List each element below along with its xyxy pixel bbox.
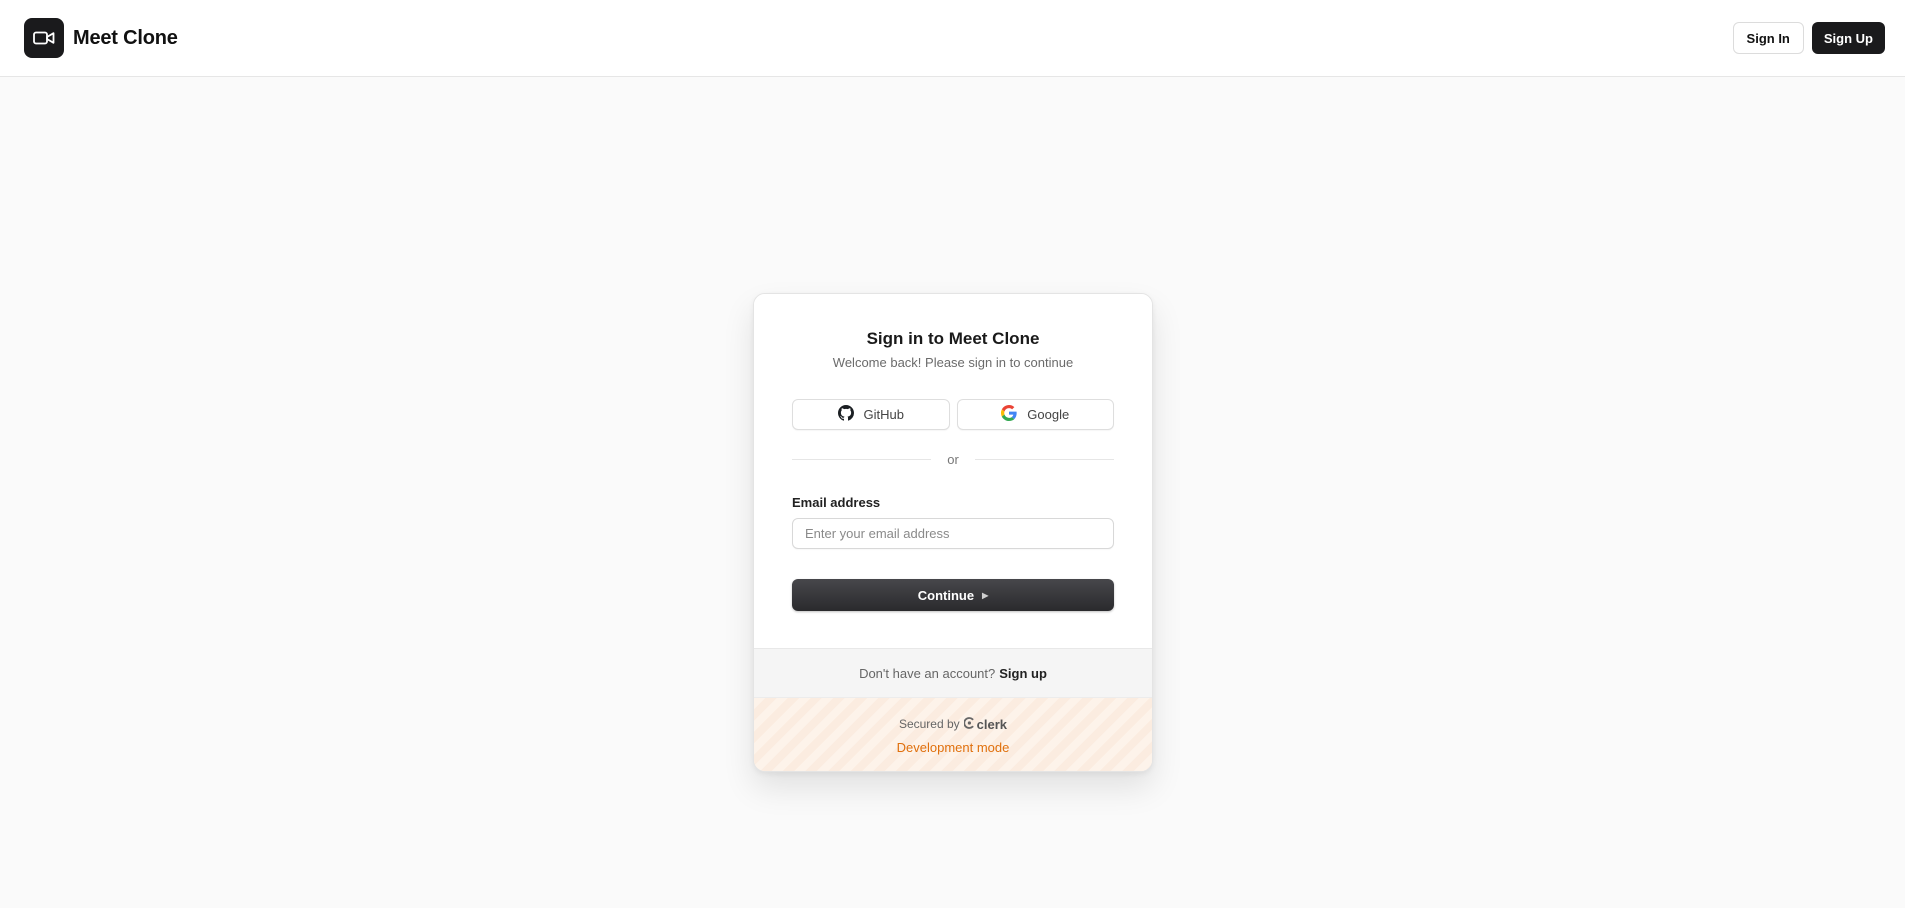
google-icon <box>1001 405 1017 424</box>
signup-prompt: Don't have an account? Sign up <box>754 648 1152 698</box>
email-field[interactable] <box>792 518 1114 549</box>
development-mode-label: Development mode <box>896 739 1010 755</box>
google-button[interactable]: Google <box>956 399 1114 430</box>
google-label: Google <box>1027 407 1070 422</box>
github-button[interactable]: GitHub <box>792 399 950 430</box>
clerk-icon <box>963 716 975 732</box>
continue-button[interactable]: Continue ▶ <box>792 579 1114 611</box>
signup-link[interactable]: Sign up <box>999 666 1047 681</box>
or-divider: or <box>792 452 1114 467</box>
secured-footer: Secured by clerk Development mode <box>754 698 1152 771</box>
video-camera-icon <box>24 18 64 58</box>
clerk-logo[interactable]: clerk <box>963 716 1008 732</box>
caret-right-icon: ▶ <box>982 590 989 600</box>
top-navbar: Meet Clone Sign In Sign Up <box>0 0 1905 77</box>
continue-label: Continue <box>917 587 975 603</box>
sign-in-form: Sign in to Meet Clone Welcome back! Plea… <box>754 294 1152 648</box>
no-account-text: Don't have an account? <box>859 665 996 681</box>
card-subtitle: Welcome back! Please sign in to continue <box>832 355 1074 370</box>
github-icon <box>837 405 854 424</box>
sign-in-button[interactable]: Sign In <box>1732 22 1804 54</box>
email-label: Email address <box>792 495 881 510</box>
github-label: GitHub <box>863 407 904 422</box>
secured-by-text: Secured by <box>898 717 960 731</box>
divider-line-left <box>792 459 932 460</box>
brand-name: Meet Clone <box>73 26 178 49</box>
secured-by: Secured by clerk <box>899 717 1007 732</box>
social-buttons: GitHub Google <box>792 399 1114 430</box>
clerk-name: clerk <box>976 716 1008 732</box>
sign-up-button[interactable]: Sign Up <box>1811 22 1885 54</box>
divider-text: or <box>947 452 959 467</box>
header-auth-buttons: Sign In Sign Up <box>1732 22 1885 54</box>
card-title: Sign in to Meet Clone <box>866 329 1040 348</box>
divider-line-right <box>974 459 1114 460</box>
sign-in-card: Sign in to Meet Clone Welcome back! Plea… <box>753 293 1153 772</box>
brand[interactable]: Meet Clone <box>24 18 178 58</box>
